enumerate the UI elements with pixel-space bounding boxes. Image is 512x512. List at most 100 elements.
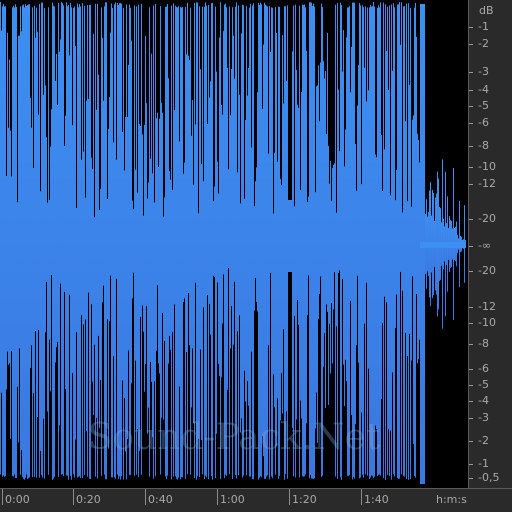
waveform-gap xyxy=(69,0,70,56)
waveform-sample xyxy=(415,2,416,478)
waveform-sample xyxy=(442,242,443,248)
waveform-gap xyxy=(203,0,204,182)
waveform-gap xyxy=(274,407,275,488)
waveform-sample xyxy=(437,242,438,248)
waveform-gap xyxy=(18,442,19,488)
waveform-sample xyxy=(335,4,336,477)
waveform-sample xyxy=(212,2,213,480)
waveform-sample xyxy=(393,3,394,475)
waveform-gap xyxy=(331,0,332,201)
waveform-gap xyxy=(409,0,410,86)
waveform-gap xyxy=(174,0,175,111)
waveform-gap xyxy=(132,298,133,488)
waveform-gap xyxy=(405,332,406,488)
waveform-gap xyxy=(157,285,158,488)
waveform-gap xyxy=(116,0,117,160)
waveform-gap xyxy=(418,359,419,488)
waveform-sample xyxy=(304,4,305,477)
waveform-gap xyxy=(320,0,321,63)
waveform-sample xyxy=(106,2,107,480)
waveform-sample xyxy=(114,4,115,478)
waveform-gap xyxy=(217,282,218,488)
waveform-gap xyxy=(343,364,344,488)
db-label: -1 xyxy=(478,20,489,33)
waveform-gap xyxy=(291,0,292,200)
waveform-gap xyxy=(240,0,241,204)
waveform-sample xyxy=(171,5,172,480)
waveform-gap xyxy=(244,370,245,488)
waveform-sample xyxy=(253,3,254,480)
waveform-gap xyxy=(296,419,297,488)
waveform-sample xyxy=(354,2,355,479)
waveform-gap xyxy=(145,364,146,488)
waveform-gap xyxy=(6,389,7,488)
waveform-gap xyxy=(81,0,82,160)
waveform-gap xyxy=(417,0,418,134)
waveform-sample xyxy=(265,4,266,479)
waveform-gap xyxy=(148,0,149,183)
time-label: 0:40 xyxy=(148,493,173,506)
waveform-sample xyxy=(440,242,441,248)
waveform-gap xyxy=(219,0,220,38)
waveform-gap xyxy=(170,349,171,488)
waveform-sample xyxy=(160,6,161,475)
waveform-gap xyxy=(163,419,164,488)
waveform-gap xyxy=(254,0,255,207)
waveform-gap xyxy=(85,319,86,488)
waveform-sample xyxy=(28,4,29,479)
waveform-gap xyxy=(21,0,22,32)
waveform-gap xyxy=(152,0,153,174)
waveform-sample xyxy=(173,3,174,477)
waveform-gap xyxy=(72,373,73,488)
waveform-gap xyxy=(183,301,184,488)
waveform-gap xyxy=(17,386,18,488)
waveform-sample xyxy=(204,6,205,479)
waveform-sample xyxy=(2,6,3,477)
waveform-sample xyxy=(229,6,230,475)
waveform-sample xyxy=(438,242,439,248)
waveform-gap xyxy=(152,437,153,488)
db-tick xyxy=(469,167,473,168)
waveform-sample xyxy=(101,7,102,476)
db-label: -12 xyxy=(478,177,496,190)
waveform-gap xyxy=(319,293,320,488)
waveform-gap xyxy=(195,282,196,488)
waveform-sample xyxy=(67,6,68,476)
waveform-sample xyxy=(178,6,179,478)
waveform-sample xyxy=(185,7,186,479)
waveform-gap xyxy=(174,304,175,488)
waveform-view[interactable]: Sound-Pack.Net xyxy=(0,0,468,488)
waveform-gap xyxy=(254,310,255,488)
waveform-gap xyxy=(301,0,302,92)
waveform-gap xyxy=(7,351,8,488)
waveform-sample xyxy=(425,242,426,248)
waveform-sample xyxy=(197,2,198,477)
waveform-gap xyxy=(146,306,147,488)
waveform-gap xyxy=(308,0,309,197)
time-ruler: h:m:s 0:00 0:20 0:40 1:00 1:20 1:40 xyxy=(0,488,512,512)
waveform-gap xyxy=(10,438,11,488)
waveform-sample xyxy=(292,6,293,475)
waveform-gap xyxy=(282,413,283,488)
waveform-gap xyxy=(288,0,289,200)
waveform-gap xyxy=(164,0,165,198)
waveform-gap xyxy=(192,348,193,488)
waveform-gap xyxy=(214,276,215,488)
waveform-sample xyxy=(180,6,181,480)
waveform-sample xyxy=(450,242,451,248)
waveform-sample xyxy=(59,2,60,475)
waveform-gap xyxy=(231,0,232,69)
db-label: -2 xyxy=(478,434,489,447)
waveform-gap xyxy=(244,0,245,199)
waveform-sample xyxy=(452,242,453,248)
waveform-gap xyxy=(345,0,346,130)
waveform-sample xyxy=(260,2,261,477)
waveform-gap xyxy=(217,0,218,162)
waveform-sample xyxy=(134,5,135,476)
waveform-gap xyxy=(158,363,159,488)
waveform-sample xyxy=(90,4,91,480)
waveform-sample xyxy=(68,4,69,480)
waveform-sample xyxy=(408,3,409,480)
waveform-gap xyxy=(419,0,420,163)
db-label: -20 xyxy=(478,212,496,225)
